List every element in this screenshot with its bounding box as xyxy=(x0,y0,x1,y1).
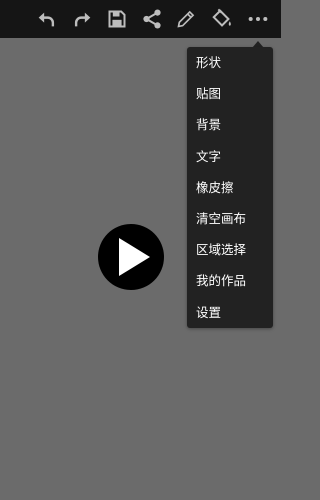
share-icon xyxy=(143,9,161,29)
menu-item-settings[interactable]: 设置 xyxy=(187,297,273,328)
undo-icon xyxy=(38,12,55,27)
pencil-icon xyxy=(177,10,195,28)
more-button[interactable] xyxy=(243,0,273,38)
menu-item-clear-canvas[interactable]: 清空画布 xyxy=(187,203,273,234)
play-icon xyxy=(119,238,150,276)
menu-item-sticker[interactable]: 贴图 xyxy=(187,78,273,109)
menu-item-text[interactable]: 文字 xyxy=(187,141,273,172)
paint-bucket-button[interactable] xyxy=(207,0,237,38)
play-button[interactable] xyxy=(98,224,164,290)
save-icon xyxy=(108,10,126,28)
redo-button[interactable] xyxy=(68,0,98,38)
undo-button[interactable] xyxy=(31,0,61,38)
menu-item-my-works[interactable]: 我的作品 xyxy=(187,265,273,296)
share-button[interactable] xyxy=(137,0,167,38)
overflow-menu: 形状 贴图 背景 文字 橡皮擦 清空画布 区域选择 我的作品 设置 xyxy=(187,47,273,328)
more-icon xyxy=(248,16,268,22)
menu-item-shape[interactable]: 形状 xyxy=(187,47,273,78)
redo-icon xyxy=(74,12,91,27)
menu-item-background[interactable]: 背景 xyxy=(187,109,273,140)
menu-item-area-select[interactable]: 区域选择 xyxy=(187,234,273,265)
pencil-button[interactable] xyxy=(171,0,201,38)
save-button[interactable] xyxy=(102,0,132,38)
toolbar xyxy=(0,0,281,38)
menu-item-eraser[interactable]: 橡皮擦 xyxy=(187,172,273,203)
paint-bucket-icon xyxy=(212,8,231,27)
